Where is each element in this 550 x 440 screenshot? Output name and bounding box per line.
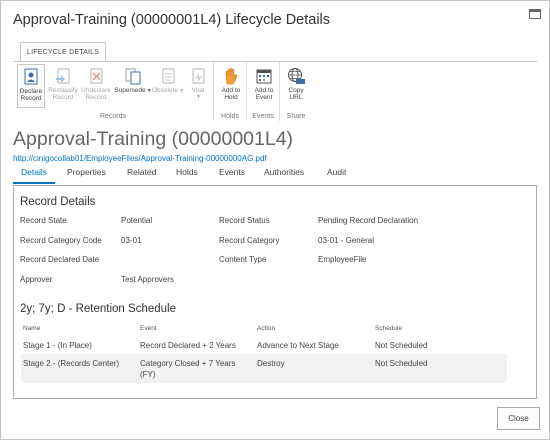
declare-record-icon (24, 68, 38, 85)
record-status-value: Pending Record Declaration (318, 216, 419, 225)
table-row: Stage 1 - (In Place) Record Declared + 2… (21, 336, 507, 354)
stage-name: Stage 1 - (In Place) (23, 341, 92, 350)
record-title: Approval-Training (00000001L4) (13, 128, 294, 150)
record-state-value: Potential (121, 216, 153, 225)
content-type-value: EmployeeFile (318, 255, 367, 264)
chevron-down-icon: ▼ (196, 94, 201, 100)
column-header-name: Name (23, 325, 41, 332)
undeclare-record-icon (90, 68, 103, 84)
content-type-label: Content Type (219, 255, 267, 264)
tab-holds[interactable]: Holds (176, 167, 198, 177)
ribbon-group-events: Add to Event Events (247, 62, 280, 121)
ribbon-tab-lifecycle-details[interactable]: LIFECYCLE DETAILS (20, 42, 107, 62)
reclassify-record-button[interactable]: Reclassify Record (47, 64, 79, 108)
obsolete-icon (162, 68, 175, 84)
active-tab-indicator (13, 182, 55, 184)
tab-details[interactable]: Details (21, 167, 47, 177)
tab-audit[interactable]: Audit (327, 167, 346, 177)
column-header-schedule: Schedule (375, 325, 403, 332)
supersede-icon (125, 68, 141, 85)
approver-value: Test Approvers (121, 275, 174, 284)
ribbon-group-records: Declare Record Reclassify Record Undecla… (13, 62, 214, 121)
record-category-code-value: 03-01 (121, 236, 142, 245)
dialog-title: Approval-Training (00000001L4) Lifecycle… (13, 12, 331, 28)
declare-record-button[interactable]: Declare Record (17, 64, 45, 108)
tab-properties[interactable]: Properties (67, 167, 106, 177)
stage-event: Category Closed + 7 Years (140, 359, 236, 368)
tab-events[interactable]: Events (219, 167, 245, 177)
ribbon-group-label-holds: Holds (221, 113, 239, 120)
lifecycle-details-dialog: Approval-Training (00000001L4) Lifecycle… (0, 0, 550, 440)
record-declared-date-label: Record Declared Date (20, 255, 100, 264)
column-header-action: Action (257, 325, 276, 332)
ribbon-group-label-events: Events (252, 113, 274, 120)
undeclare-record-button[interactable]: Undeclare Record (80, 64, 112, 108)
document-url-link[interactable]: http://cinigocollab01/EmployeeFiles/Appr… (13, 154, 267, 163)
stage-action: Advance to Next Stage (257, 341, 339, 350)
stage-name: Stage 2 - (Records Center) (23, 359, 120, 368)
ribbon-group-holds: Add to Hold Holds (214, 62, 247, 121)
stage-schedule: Not Scheduled (375, 341, 428, 350)
vital-icon (192, 68, 205, 84)
stage-action: Destroy (257, 359, 285, 368)
vital-button[interactable]: Vital ▼ (186, 64, 210, 108)
supersede-button[interactable]: Supersede▼ (114, 64, 152, 108)
copy-url-button[interactable]: Copy URL (282, 64, 310, 108)
record-details-heading: Record Details (20, 196, 96, 208)
record-state-label: Record State (20, 216, 67, 225)
table-row: Stage 2 - (Records Center) Category Clos… (21, 354, 507, 383)
obsolete-button[interactable]: Obsolete▼ (152, 64, 184, 108)
add-to-hold-button[interactable]: Add to Hold (216, 64, 246, 108)
maximize-icon[interactable] (529, 9, 541, 19)
hand-hold-icon (225, 68, 238, 85)
retention-schedule-heading: 2y; 7y; D - Retention Schedule (20, 303, 176, 315)
record-category-value: 03-01 - General (318, 236, 375, 245)
tab-authorities[interactable]: Authorities (264, 167, 304, 177)
close-button[interactable]: Close (497, 407, 540, 430)
globe-url-icon (288, 68, 305, 84)
reclassify-record-icon (56, 68, 70, 84)
approver-label: Approver (20, 275, 53, 284)
add-to-event-button[interactable]: Add to Event (249, 64, 279, 108)
record-category-code-label: Record Category Code (20, 236, 102, 245)
record-status-label: Record Status (219, 216, 270, 225)
tab-related[interactable]: Related (127, 167, 156, 177)
record-category-label: Record Category (219, 236, 280, 245)
stage-event-continued: (FY) (140, 370, 156, 379)
ribbon-group-label-share: Share (286, 113, 306, 120)
ribbon-group-share: Copy URL Share (280, 62, 312, 121)
stage-schedule: Not Scheduled (375, 359, 428, 368)
chevron-down-icon: ▼ (146, 88, 152, 94)
event-calendar-icon (256, 69, 272, 84)
stage-event: Record Declared + 2 Years (140, 341, 236, 350)
ribbon-group-label-records: Records (99, 113, 127, 120)
column-header-event: Event (140, 325, 157, 332)
chevron-down-icon: ▼ (179, 88, 184, 94)
